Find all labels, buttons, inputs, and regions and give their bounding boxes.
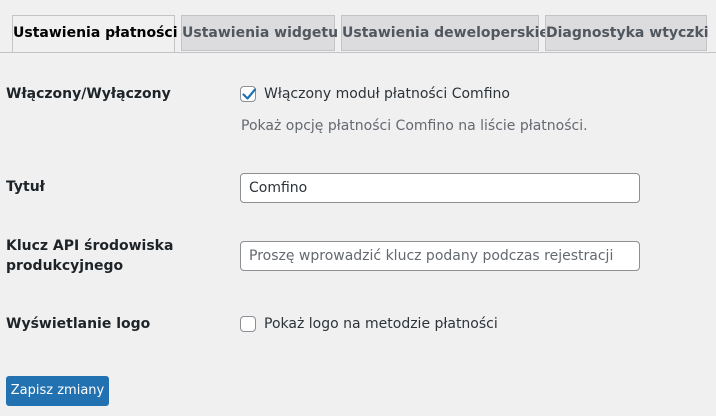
title-input[interactable] [240, 173, 640, 203]
show-logo-checkbox-label[interactable]: Pokaż logo na metodzie płatności [264, 314, 498, 334]
api-key-label: Klucz API środowiska produkcyjnego [6, 236, 173, 276]
tabs-divider [0, 52, 716, 53]
api-key-label-line1: Klucz API środowiska [6, 238, 174, 254]
show-logo-checkbox[interactable] [240, 316, 256, 332]
enabled-checkbox[interactable] [240, 86, 257, 102]
show-logo-label: Wyświetlanie logo [6, 316, 151, 332]
title-label: Tytuł [6, 179, 45, 195]
checkmark-icon [242, 88, 257, 100]
api-key-input[interactable] [240, 241, 640, 271]
enabled-description: Pokaż opcję płatności Comfino na liście … [241, 118, 588, 134]
tab-developer-settings[interactable]: Ustawienia deweloperskie [341, 15, 549, 51]
api-key-label-line2: produkcyjnego [6, 258, 124, 274]
tab-widget-settings[interactable]: Ustawienia widgetu [181, 15, 338, 51]
save-changes-button[interactable]: Zapisz zmiany [6, 376, 109, 406]
tab-plugin-diagnostics[interactable]: Diagnostyka wtyczki [545, 15, 709, 51]
enabled-checkbox-label[interactable]: Włączony moduł płatności Comfino [264, 84, 510, 104]
settings-tabs: Ustawienia płatności Ustawienia widgetu … [0, 0, 716, 53]
tab-payment-settings[interactable]: Ustawienia płatności [12, 15, 178, 53]
enabled-label: Włączony/Wyłączony [6, 86, 171, 102]
